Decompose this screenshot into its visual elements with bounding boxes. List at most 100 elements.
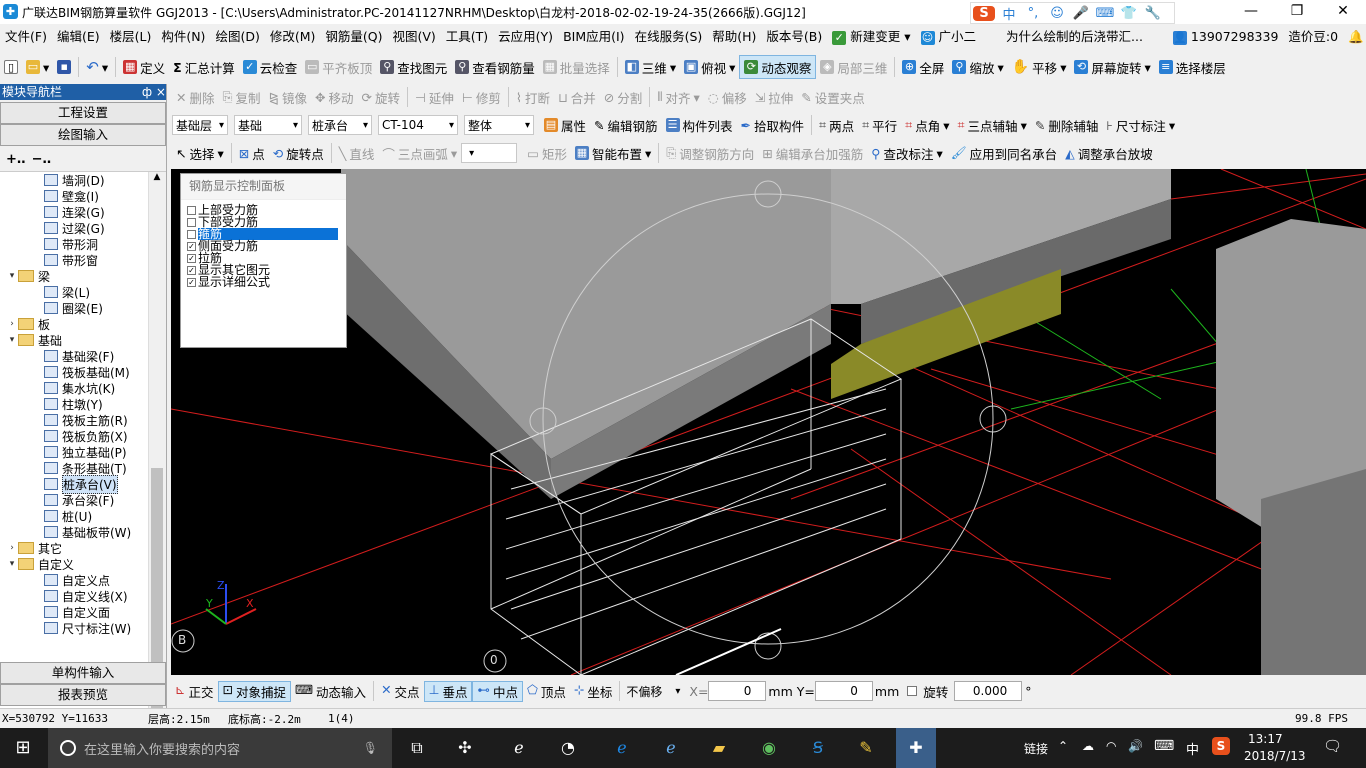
change-annotation-button[interactable]: ⚲ 查改标注 ▾ xyxy=(867,141,946,165)
tree-item[interactable]: 尺寸标注(W) xyxy=(0,620,148,636)
tree-scrollbar[interactable]: ▲ xyxy=(148,172,165,724)
pick-component-button[interactable]: ✒ 拾取构件 xyxy=(737,113,809,137)
windows-start-icon[interactable]: ⊞ xyxy=(10,736,36,760)
tree-item[interactable]: 带形窗 xyxy=(0,252,148,268)
tree-item[interactable]: 独立基础(P) xyxy=(0,444,148,460)
collapse-all-icon[interactable]: −‥ xyxy=(32,152,52,167)
checkbox-unchecked[interactable] xyxy=(187,229,196,239)
menu-rebar-qty[interactable]: 钢筋量(Q) xyxy=(320,24,387,50)
notepad-app-icon[interactable]: ✎ xyxy=(853,736,879,760)
screen-rotate-button[interactable]: ⟲ 屏幕旋转 ▾ xyxy=(1070,55,1154,79)
ime-emoji-icon[interactable]: ☺ xyxy=(1047,6,1067,21)
arc-option-select[interactable] xyxy=(461,143,518,163)
tree-item[interactable]: 自定义点 xyxy=(0,572,148,588)
ime-skin-icon[interactable]: 👕 xyxy=(1119,6,1139,21)
sogou-browser-icon[interactable]: Ꞩ xyxy=(805,736,831,760)
component-select[interactable]: CT-104 xyxy=(378,115,458,135)
line-button[interactable]: ╲ 直线 xyxy=(335,141,379,165)
tray-cloud-icon[interactable]: ☁ xyxy=(1082,739,1094,753)
dynamic-input-button[interactable]: ⌨ 动态输入 xyxy=(291,682,370,701)
undo-icon[interactable]: ↶ ▾ xyxy=(82,55,112,79)
edit-rebar-button[interactable]: ✎ 编辑钢筋 xyxy=(590,113,662,137)
midpoint-button[interactable]: ⊷ 中点 xyxy=(472,680,523,702)
perpendicular-button[interactable]: ⊥ 垂点 xyxy=(423,680,473,702)
rotate-point-button[interactable]: ⟲ 旋转点 xyxy=(269,141,328,165)
tree-item[interactable]: 过梁(G) xyxy=(0,220,148,236)
select-floor-button[interactable]: ≡ 选择楼层 xyxy=(1155,55,1230,79)
menu-bim[interactable]: BIM应用(I) xyxy=(558,24,630,50)
align-slab-top-button[interactable]: ▭ 平齐板顶 xyxy=(301,55,376,79)
wifi-icon[interactable]: ◠ xyxy=(1106,739,1116,753)
tree-item[interactable]: 自定义面 xyxy=(0,604,148,620)
zoom-button[interactable]: ⚲ 缩放 ▾ xyxy=(948,55,1007,79)
menu-modify[interactable]: 修改(M) xyxy=(265,24,321,50)
tree-item[interactable]: 连梁(G) xyxy=(0,204,148,220)
vertex-button[interactable]: ⬠ 顶点 xyxy=(523,682,570,701)
restore-button[interactable]: ❐ xyxy=(1274,0,1320,24)
apply-same-name-button[interactable]: 🖌 应用到同名承台 xyxy=(947,141,1061,165)
point-button[interactable]: ⊠ 点 xyxy=(235,141,269,165)
properties-button[interactable]: ▤ 属性 xyxy=(540,113,590,137)
select-button[interactable]: ↖ 选择 ▾ xyxy=(172,141,228,165)
dynamic-orbit-button[interactable]: ⟳ 动态观察 xyxy=(739,55,817,79)
open-file-icon[interactable]: ▭ ▾ xyxy=(22,55,53,79)
floor-select[interactable]: 基础层 xyxy=(172,115,228,135)
menu-draw[interactable]: 绘图(D) xyxy=(210,24,264,50)
tree-folder[interactable]: › 板 xyxy=(0,316,148,332)
close-button[interactable]: ✕ xyxy=(1320,0,1366,24)
collapse-chevron-icon[interactable]: ▾ xyxy=(6,271,18,281)
point-angle-button[interactable]: ⌗ 点角 ▾ xyxy=(901,113,953,137)
tree-item[interactable]: 柱墩(Y) xyxy=(0,396,148,412)
expand-chevron-icon[interactable]: › xyxy=(6,319,18,329)
cloud-check-button[interactable]: ✓ 云检查 xyxy=(239,55,302,79)
checkbox-checked[interactable]: ✓ xyxy=(187,253,196,263)
tree-item[interactable]: 自定义线(X) xyxy=(0,588,148,604)
tree-item[interactable]: 基础梁(F) xyxy=(0,348,148,364)
bell-icon[interactable]: 🔔 xyxy=(1343,24,1366,50)
keyboard-icon[interactable]: ⌨ xyxy=(1154,738,1174,754)
ime-keyboard-icon[interactable]: ⌨ xyxy=(1095,6,1115,21)
x-input[interactable]: 0 xyxy=(708,681,767,701)
volume-icon[interactable]: 🔊 xyxy=(1128,739,1143,753)
tree-item[interactable]: 承台梁(F) xyxy=(0,492,148,508)
save-icon[interactable]: ▪ xyxy=(53,55,75,79)
microphone-icon[interactable]: 🎙 xyxy=(363,741,378,755)
adjust-slope-button[interactable]: ◭ 调整承台放坡 xyxy=(1061,141,1157,165)
tree-item[interactable]: 筏板负筋(X) xyxy=(0,428,148,444)
menu-component[interactable]: 构件(N) xyxy=(156,24,210,50)
menu-version[interactable]: 版本号(B) xyxy=(761,24,827,50)
menu-online[interactable]: 在线服务(S) xyxy=(630,24,708,50)
scope-select[interactable]: 整体 xyxy=(464,115,534,135)
tree-folder[interactable]: ▾ 梁 xyxy=(0,268,148,284)
single-component-input-button[interactable]: 单构件输入 xyxy=(0,662,166,684)
expand-chevron-icon[interactable]: › xyxy=(6,543,18,553)
align-button[interactable]: ⫴ 对齐 ▾ xyxy=(653,85,704,109)
expand-all-icon[interactable]: +‥ xyxy=(6,152,26,167)
user-phone[interactable]: 👤 13907298339 xyxy=(1168,24,1283,50)
tree-folder[interactable]: ▾ 基础 xyxy=(0,332,148,348)
360-browser-icon[interactable]: ◉ xyxy=(756,736,782,760)
split-button[interactable]: ⊘ 分割 xyxy=(600,85,647,109)
local-3d-button[interactable]: ◈ 局部三维 xyxy=(816,55,891,79)
checkbox-checked[interactable]: ✓ xyxy=(187,241,196,251)
notification-icon[interactable]: 🗨 xyxy=(1323,737,1342,755)
tree-item[interactable]: 筏板主筋(R) xyxy=(0,412,148,428)
ie-icon[interactable]: ℯ xyxy=(658,736,684,760)
tree-item[interactable]: 筏板基础(M) xyxy=(0,364,148,380)
three-point-axis-button[interactable]: ⌗ 三点辅轴 ▾ xyxy=(954,113,1031,137)
checkbox-checked[interactable]: ✓ xyxy=(187,277,196,287)
task-view-icon[interactable]: ⧉ xyxy=(404,736,430,760)
object-snap-button[interactable]: ⊡ 对象捕捉 xyxy=(217,680,291,702)
drawing-input-button[interactable]: 绘图输入 xyxy=(0,124,166,146)
delete-button[interactable]: ✕ 删除 xyxy=(172,85,219,109)
pin-close-icon[interactable]: ф × xyxy=(142,84,166,100)
extend-button[interactable]: ⊣ 延伸 xyxy=(411,85,458,109)
rotate-checkbox[interactable] xyxy=(907,686,918,696)
intersection-button[interactable]: ✕ 交点 xyxy=(377,682,424,701)
tree-item[interactable]: 墙洞(D) xyxy=(0,172,148,188)
pan-button[interactable]: ✋ 平移 ▾ xyxy=(1008,55,1071,79)
clock-date[interactable]: 2018/7/13 xyxy=(1244,749,1306,763)
two-point-axis-button[interactable]: ⌗ 两点 xyxy=(815,113,858,137)
break-button[interactable]: ⌇ 打断 xyxy=(512,85,554,109)
checkbox-unchecked[interactable] xyxy=(187,205,196,215)
